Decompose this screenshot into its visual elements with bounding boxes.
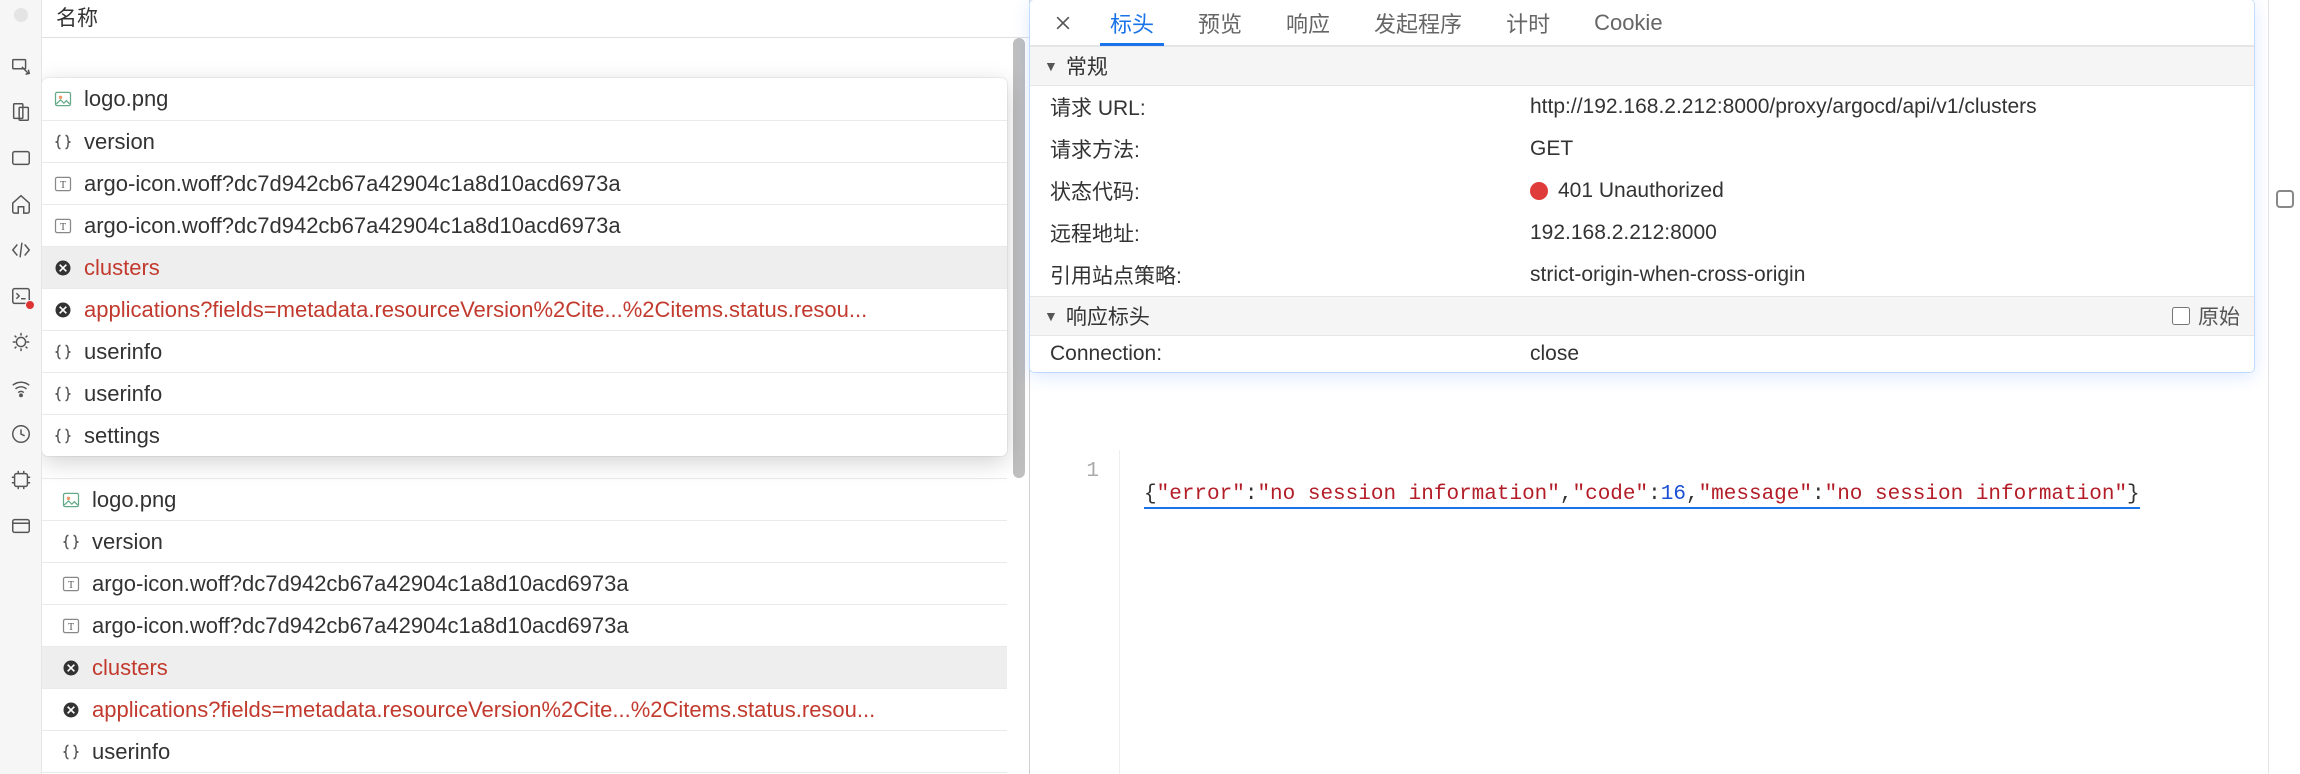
network-icon[interactable] xyxy=(9,376,33,400)
tab-2[interactable]: 响应 xyxy=(1264,0,1352,45)
font-icon xyxy=(52,173,74,195)
request-name: version xyxy=(84,129,155,155)
tab-5[interactable]: Cookie xyxy=(1572,0,1684,45)
error-icon xyxy=(52,257,74,279)
kv-referrer-policy: 引用站点策略: strict-origin-when-cross-origin xyxy=(1030,254,2254,296)
section-response-headers[interactable]: ▼ 响应标头 原始 xyxy=(1030,296,2254,336)
window-traffic-light xyxy=(14,8,28,22)
request-row[interactable]: userinfo xyxy=(42,730,1007,772)
console-icon[interactable] xyxy=(9,284,33,308)
request-row[interactable]: applications?fields=metadata.resourceVer… xyxy=(42,288,1007,330)
json-icon xyxy=(60,741,82,763)
application-icon[interactable] xyxy=(9,514,33,538)
request-row[interactable]: argo-icon.woff?dc7d942cb67a42904c1a8d10a… xyxy=(42,604,1007,646)
devtools-right-rail xyxy=(2268,0,2300,774)
request-list-bg: logo.png version argo-icon.woff?dc7d942cb6… xyxy=(42,478,1007,774)
error-icon xyxy=(52,299,74,321)
scrollbar-track[interactable] xyxy=(1015,38,1027,618)
json-icon xyxy=(52,383,74,405)
device-icon[interactable] xyxy=(9,100,33,124)
tab-4[interactable]: 计时 xyxy=(1484,0,1572,45)
tab-3[interactable]: 发起程序 xyxy=(1352,0,1484,45)
request-name: settings xyxy=(84,423,160,449)
tab-1[interactable]: 预览 xyxy=(1176,0,1264,45)
performance-icon[interactable] xyxy=(9,422,33,446)
close-icon[interactable] xyxy=(1038,0,1088,45)
request-row[interactable]: userinfo xyxy=(42,372,1007,414)
raw-toggle[interactable]: 原始 xyxy=(2172,301,2240,331)
kv-request-url: 请求 URL: http://192.168.2.212:8000/proxy/… xyxy=(1030,86,2254,128)
image-icon xyxy=(60,489,82,511)
response-body: 1 {"error":"no session information","cod… xyxy=(1030,460,2268,532)
inspect-icon[interactable] xyxy=(9,54,33,78)
request-name: version xyxy=(92,529,163,555)
request-name: userinfo xyxy=(84,381,162,407)
disclosure-triangle-icon: ▼ xyxy=(1044,58,1058,74)
error-icon xyxy=(60,699,82,721)
request-name: argo-icon.woff?dc7d942cb67a42904c1a8d10a… xyxy=(92,571,629,597)
raw-checkbox[interactable] xyxy=(2172,307,2190,325)
font-icon xyxy=(60,615,82,637)
tab-0[interactable]: 标头 xyxy=(1088,0,1176,45)
status-dot-icon xyxy=(1530,182,1548,200)
request-name: userinfo xyxy=(84,339,162,365)
elements-icon[interactable] xyxy=(9,146,33,170)
request-name: argo-icon.woff?dc7d942cb67a42904c1a8d10a… xyxy=(92,613,629,639)
network-request-list: 名称 logo.png version argo-icon.woff?dc7d942… xyxy=(42,0,1030,774)
kv-remote-address: 远程地址: 192.168.2.212:8000 xyxy=(1030,212,2254,254)
request-row[interactable]: argo-icon.woff?dc7d942cb67a42904c1a8d10a… xyxy=(42,562,1007,604)
request-row[interactable]: logo.png xyxy=(42,478,1007,520)
scrollbar-thumb[interactable] xyxy=(1013,38,1025,478)
kv-connection: Connection: close xyxy=(1030,336,2254,372)
request-name: applications?fields=metadata.resourceVer… xyxy=(92,697,875,723)
request-name: logo.png xyxy=(92,487,176,513)
request-details-panel: 1 {"error":"no session information","cod… xyxy=(1030,0,2268,774)
home-icon[interactable] xyxy=(9,192,33,216)
request-row[interactable]: argo-icon.woff?dc7d942cb67a42904c1a8d10a… xyxy=(42,162,1007,204)
devtools-left-rail xyxy=(0,0,42,774)
response-json[interactable]: {"error":"no session information","code"… xyxy=(1120,460,2140,532)
request-row[interactable]: logo.png xyxy=(42,78,1007,120)
font-icon xyxy=(52,215,74,237)
kv-status-code: 状态代码: 401 Unauthorized xyxy=(1030,170,2254,212)
headers-card: 标头预览响应发起程序计时Cookie ▼ 常规 请求 URL: http://1… xyxy=(1030,0,2254,372)
request-row[interactable]: applications?fields=metadata.resourceVer… xyxy=(42,688,1007,730)
request-list-popup: logo.png version argo-icon.woff?dc7d942cb6… xyxy=(42,78,1007,456)
request-name: clusters xyxy=(84,255,160,281)
request-row[interactable]: clusters xyxy=(42,646,1007,688)
request-row[interactable]: argo-icon.woff?dc7d942cb67a42904c1a8d10a… xyxy=(42,204,1007,246)
font-icon xyxy=(60,573,82,595)
request-name: argo-icon.woff?dc7d942cb67a42904c1a8d10a… xyxy=(84,171,621,197)
json-icon xyxy=(52,425,74,447)
request-name: argo-icon.woff?dc7d942cb67a42904c1a8d10a… xyxy=(84,213,621,239)
json-icon xyxy=(60,531,82,553)
toggle-drawer-icon[interactable] xyxy=(2276,190,2294,208)
request-name: userinfo xyxy=(92,739,170,765)
request-row[interactable]: settings xyxy=(42,414,1007,456)
kv-request-method: 请求方法: GET xyxy=(1030,128,2254,170)
request-name: applications?fields=metadata.resourceVer… xyxy=(84,297,867,323)
column-header-name[interactable]: 名称 xyxy=(42,0,1029,38)
request-name: logo.png xyxy=(84,86,168,112)
request-row[interactable]: version xyxy=(42,520,1007,562)
details-tabs: 标头预览响应发起程序计时Cookie xyxy=(1030,0,2254,46)
memory-icon[interactable] xyxy=(9,468,33,492)
debugger-icon[interactable] xyxy=(9,330,33,354)
request-row[interactable]: userinfo xyxy=(42,330,1007,372)
section-general[interactable]: ▼ 常规 xyxy=(1030,46,2254,86)
json-icon xyxy=(52,341,74,363)
request-name: clusters xyxy=(92,655,168,681)
sources-icon[interactable] xyxy=(9,238,33,262)
response-line-number: 1 xyxy=(1050,460,1120,532)
image-icon xyxy=(52,88,74,110)
json-icon xyxy=(52,131,74,153)
request-row[interactable]: clusters xyxy=(42,246,1007,288)
request-row[interactable]: version xyxy=(42,120,1007,162)
error-icon xyxy=(60,657,82,679)
disclosure-triangle-icon: ▼ xyxy=(1044,308,1058,324)
